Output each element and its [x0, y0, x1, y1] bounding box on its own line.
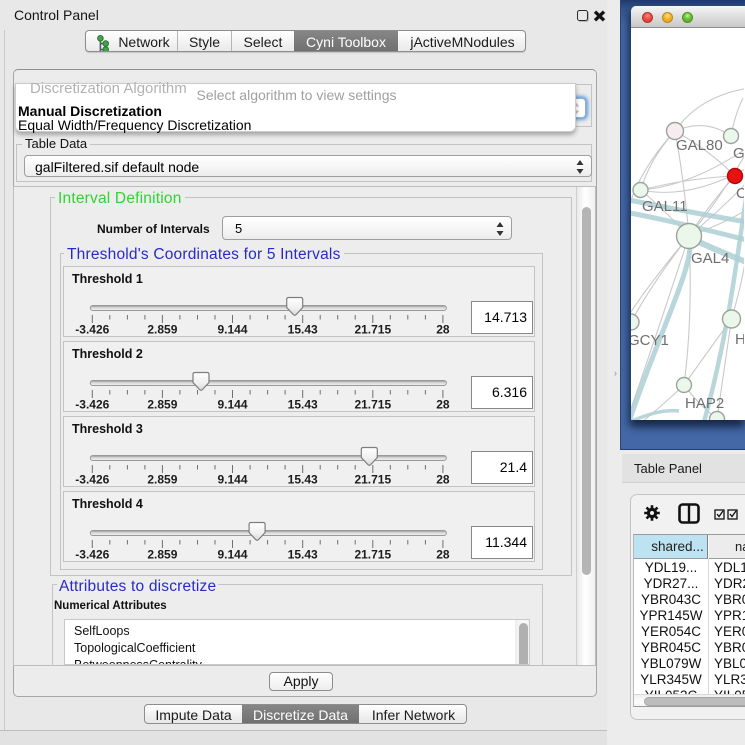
svg-text:-3.426: -3.426 — [75, 548, 109, 562]
svg-text:GCY1: GCY1 — [631, 332, 669, 349]
svg-text:GAL4: GAL4 — [691, 250, 729, 267]
svg-text:21.715: 21.715 — [354, 548, 391, 562]
svg-text:2.859: 2.859 — [147, 398, 177, 412]
svg-text:21.715: 21.715 — [354, 323, 391, 337]
svg-text:21.715: 21.715 — [354, 398, 391, 412]
svg-text:9.144: 9.144 — [217, 548, 247, 562]
svg-text:9.144: 9.144 — [217, 398, 247, 412]
svg-text:-3.426: -3.426 — [75, 473, 109, 487]
svg-text:28: 28 — [436, 323, 450, 337]
svg-text:15.43: 15.43 — [288, 398, 318, 412]
svg-text:2.859: 2.859 — [147, 548, 177, 562]
svg-text:9.144: 9.144 — [217, 473, 247, 487]
svg-text:15.43: 15.43 — [288, 548, 318, 562]
svg-text:-3.426: -3.426 — [75, 398, 109, 412]
svg-text:28: 28 — [436, 398, 450, 412]
svg-text:GA: GA — [733, 145, 744, 162]
svg-text:CY: CY — [736, 185, 744, 202]
svg-text:28: 28 — [436, 548, 450, 562]
svg-text:15.43: 15.43 — [288, 323, 318, 337]
svg-text:28: 28 — [436, 473, 450, 487]
svg-text:H: H — [735, 331, 744, 348]
svg-text:2.859: 2.859 — [147, 473, 177, 487]
svg-text:21.715: 21.715 — [354, 473, 391, 487]
svg-text:GAL80: GAL80 — [676, 137, 723, 154]
svg-text:GAL11: GAL11 — [642, 198, 688, 215]
svg-text:9.144: 9.144 — [217, 323, 247, 337]
svg-text:15.43: 15.43 — [288, 473, 318, 487]
svg-text:HAP2: HAP2 — [685, 395, 724, 412]
svg-text:-3.426: -3.426 — [75, 323, 109, 337]
svg-text:2.859: 2.859 — [147, 323, 177, 337]
